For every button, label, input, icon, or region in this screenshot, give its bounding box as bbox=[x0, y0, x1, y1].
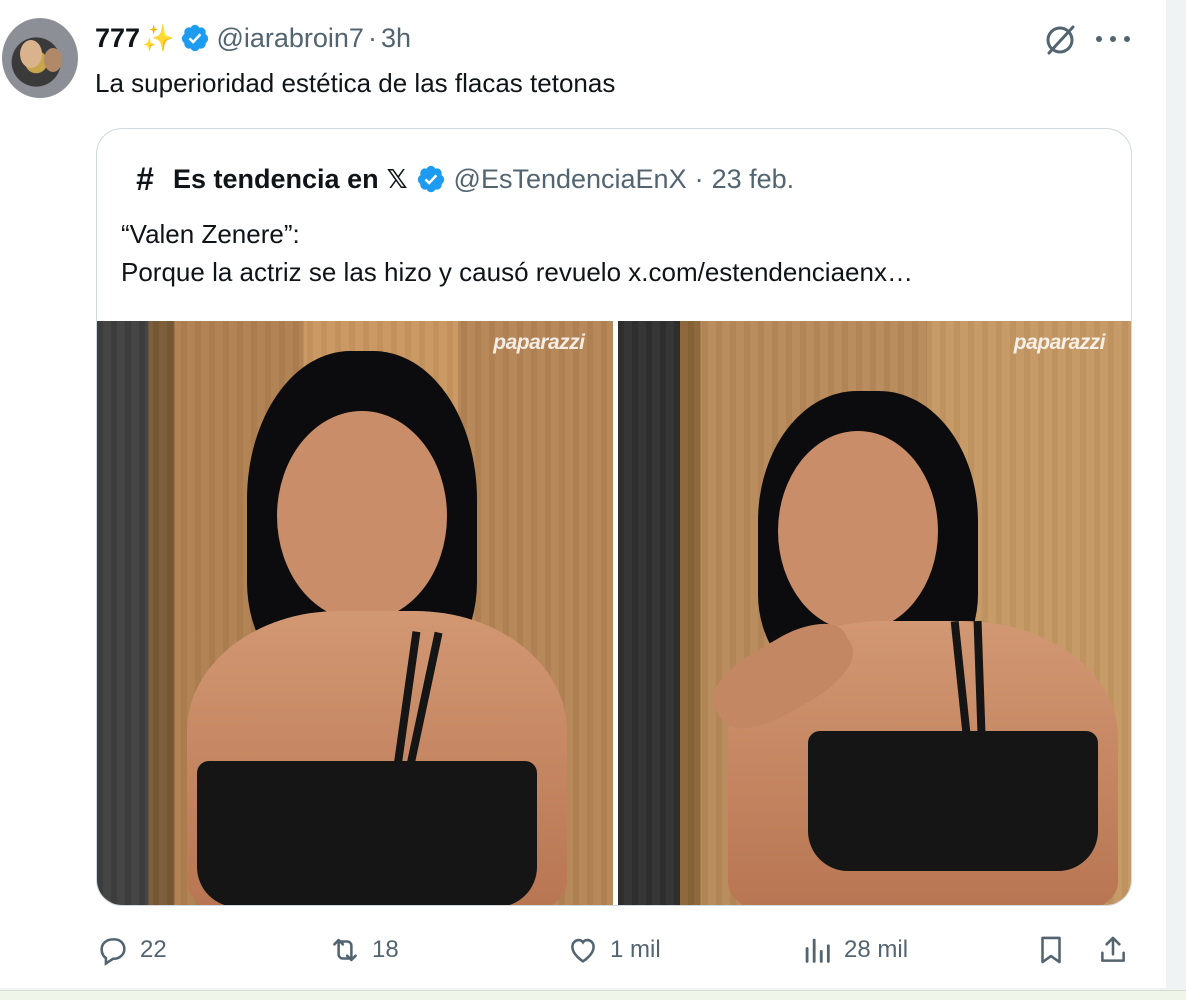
share-button[interactable] bbox=[1096, 926, 1130, 974]
quoted-handle[interactable]: @EsTendenciaEnX bbox=[454, 164, 687, 195]
quoted-media-grid: paparazzi paparazzi bbox=[97, 321, 1131, 905]
separator-dot: · bbox=[694, 163, 704, 194]
grok-icon[interactable] bbox=[1042, 22, 1078, 58]
reply-count: 22 bbox=[140, 936, 167, 963]
tweet-text: La superioridad estética de las flacas t… bbox=[95, 68, 616, 98]
verified-badge-icon[interactable] bbox=[416, 164, 446, 194]
photo-1[interactable]: paparazzi bbox=[97, 321, 613, 905]
repost-icon bbox=[333, 938, 357, 962]
separator-dot: · bbox=[367, 22, 377, 53]
user-avatar[interactable] bbox=[2, 18, 78, 98]
like-count: 1 mil bbox=[610, 936, 661, 963]
more-dot bbox=[1110, 36, 1116, 42]
views-button[interactable]: 28 mil bbox=[800, 926, 908, 974]
repost-count: 18 bbox=[372, 936, 399, 963]
quoted-text-line-1: “Valen Zenere”: bbox=[121, 219, 300, 249]
bookmark-button[interactable] bbox=[1034, 926, 1068, 974]
bookmark-icon bbox=[1041, 936, 1061, 964]
next-tweet-edge bbox=[0, 990, 1186, 1000]
quoted-display-name[interactable]: Es tendencia en bbox=[173, 164, 379, 195]
sparkle-emoji: ✨ bbox=[142, 22, 175, 53]
avatar-face bbox=[20, 40, 42, 68]
display-name[interactable]: 777 bbox=[95, 23, 140, 54]
repost-button[interactable]: 18 bbox=[328, 926, 399, 974]
reply-icon bbox=[100, 938, 126, 966]
quoted-text-line-2: Porque la actriz se las hizo y causó rev… bbox=[121, 257, 913, 287]
views-count: 28 mil bbox=[844, 936, 909, 963]
photo-subject bbox=[157, 341, 597, 905]
photo-subject bbox=[700, 381, 1128, 905]
user-handle[interactable]: @iarabroin7 bbox=[216, 23, 364, 54]
hashtag-avatar-icon[interactable]: # bbox=[125, 159, 165, 199]
more-dot bbox=[1124, 36, 1130, 42]
reply-button[interactable]: 22 bbox=[96, 926, 167, 974]
tweet-action-bar: 22 18 1 mil 28 mil bbox=[96, 926, 1136, 974]
quoted-tweet[interactable]: # Es tendencia en 𝕏 @EsTendenciaEnX · 23… bbox=[96, 128, 1132, 906]
more-options-icon[interactable] bbox=[1096, 28, 1130, 50]
heart-icon bbox=[571, 938, 595, 963]
photo-2[interactable]: paparazzi bbox=[617, 321, 1131, 905]
quoted-tweet-text: “Valen Zenere”: Porque la actriz se las … bbox=[121, 215, 913, 291]
avatar-face-secondary bbox=[44, 48, 62, 72]
more-dot bbox=[1096, 36, 1102, 42]
quoted-date[interactable]: 23 feb. bbox=[712, 164, 795, 195]
tweet-card[interactable]: 777 ✨ @iarabroin7 · 3h La superioridad e… bbox=[0, 0, 1166, 988]
verified-badge-icon[interactable] bbox=[180, 23, 210, 53]
quoted-tweet-header: # Es tendencia en 𝕏 @EsTendenciaEnX · 23… bbox=[125, 159, 794, 199]
x-logo-icon: 𝕏 bbox=[386, 163, 408, 194]
tweet-timestamp[interactable]: 3h bbox=[381, 23, 411, 54]
photo-watermark: paparazzi bbox=[1013, 331, 1106, 354]
views-chart-icon bbox=[805, 938, 830, 963]
like-button[interactable]: 1 mil bbox=[566, 926, 661, 974]
tweet-header: 777 ✨ @iarabroin7 · 3h bbox=[95, 20, 411, 56]
share-icon bbox=[1101, 936, 1125, 962]
